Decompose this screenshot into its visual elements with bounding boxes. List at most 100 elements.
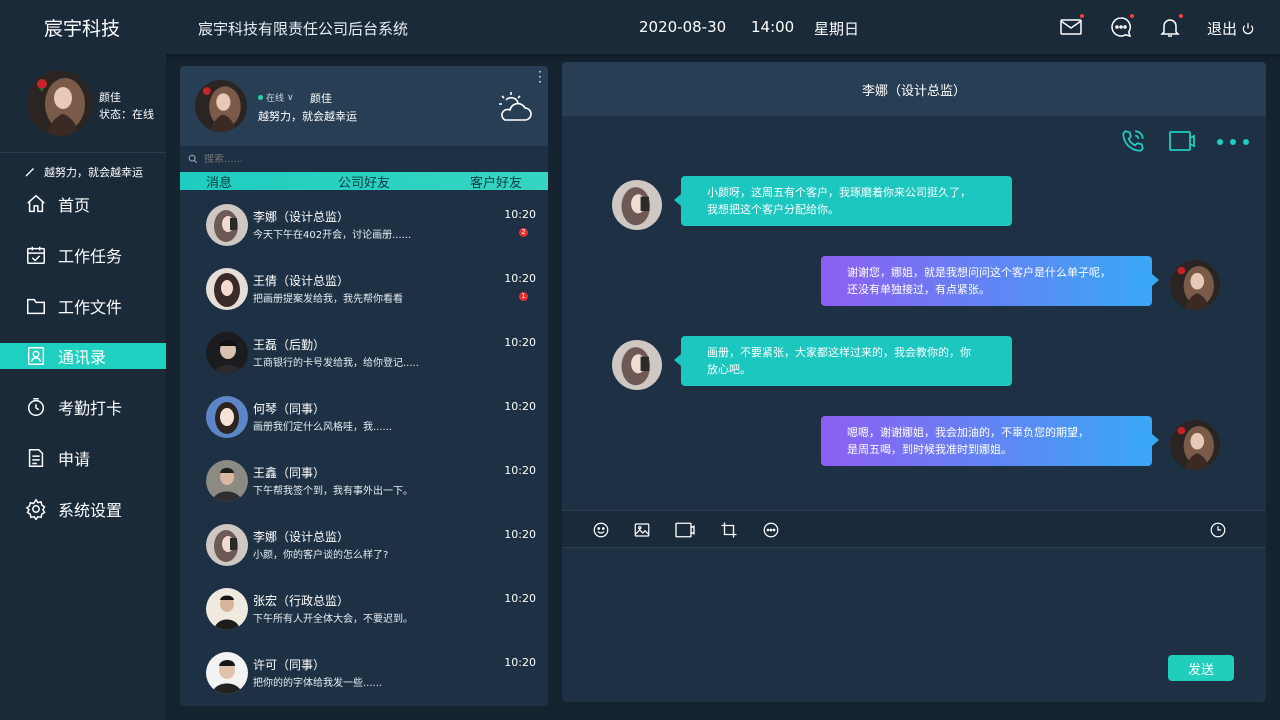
pen-icon bbox=[25, 168, 34, 177]
logo: 宸宇科技 bbox=[44, 18, 121, 40]
message-bubble: 小颜呀，这周五有个客户，我琢磨着你来公司挺久了， 我想把这个客户分配给你。 bbox=[674, 176, 1012, 226]
bell-notification-dot bbox=[1178, 13, 1184, 19]
header-time: 14:00 bbox=[751, 18, 795, 36]
more-vertical-icon[interactable]: · · · bbox=[538, 66, 542, 88]
avatar bbox=[206, 204, 248, 246]
video-icon[interactable] bbox=[1168, 128, 1196, 154]
avatar bbox=[206, 652, 248, 694]
list-item[interactable]: 李娜（设计总监） 今天下午在402开会，讨论画册...... 10:20 2 bbox=[180, 198, 548, 262]
list-item[interactable]: 李娜（设计总监） 小颜，你的客户谈的怎么样了? 10:20 bbox=[180, 518, 548, 582]
mail-notification-dot bbox=[1079, 13, 1085, 19]
sidebar-item-apply[interactable]: 申请 bbox=[0, 445, 166, 471]
profile-card: 在线 ∨ 颜佳 越努力，就会越幸运 · · · bbox=[180, 66, 548, 146]
divider bbox=[0, 152, 166, 153]
sidebar-item-tasks[interactable]: 工作任务 bbox=[0, 242, 166, 268]
chat-notification-dot bbox=[1129, 13, 1135, 19]
header-date: 2020-08-30 bbox=[639, 18, 727, 36]
weather-icon bbox=[496, 92, 532, 128]
contact-last-message: 小颜，你的客户谈的怎么样了? bbox=[253, 550, 389, 561]
sidebar-item-label: 系统设置 bbox=[58, 501, 123, 520]
send-button[interactable]: 发送 bbox=[1168, 655, 1234, 681]
search-input[interactable] bbox=[204, 153, 504, 165]
chevron-down-icon: ∨ bbox=[287, 92, 294, 103]
sidebar-item-label: 工作文件 bbox=[58, 298, 123, 317]
message-line: 小颜呀，这周五有个客户，我琢磨着你来公司挺久了， bbox=[707, 186, 971, 199]
avatar bbox=[206, 396, 248, 438]
contact-time: 10:20 bbox=[504, 208, 536, 221]
unread-badge: 2 bbox=[519, 228, 528, 237]
online-status-label: 在线 bbox=[266, 94, 285, 104]
phone-icon[interactable] bbox=[1120, 128, 1146, 154]
logout-label: 退出 bbox=[1207, 20, 1238, 38]
message-line: 谢谢您，娜姐，就是我想问问这个客户是什么单子呢， bbox=[847, 266, 1111, 279]
sidebar-item-home[interactable]: 首页 bbox=[0, 191, 166, 217]
contact-last-message: 今天下午在402开会，讨论画册...... bbox=[253, 230, 412, 241]
video-icon[interactable] bbox=[674, 521, 696, 539]
avatar bbox=[1170, 420, 1220, 470]
emoji-icon[interactable] bbox=[592, 521, 610, 539]
sidebar-item-label: 申请 bbox=[58, 450, 91, 469]
contact-last-message: 下午所有人开全体大会，不要迟到。 bbox=[253, 614, 413, 625]
document-icon bbox=[28, 449, 44, 467]
contact-tabs: 消息 公司好友 客户好友 bbox=[180, 172, 548, 191]
contact-name: 王磊（后勤） bbox=[253, 338, 326, 352]
gear-icon bbox=[25, 498, 46, 520]
message-line: 还没有单独接过，有点紧张。 bbox=[847, 283, 990, 296]
folder-icon bbox=[27, 298, 45, 315]
contact-name: 李娜（设计总监） bbox=[253, 530, 350, 544]
contact-name: 何琴（同事） bbox=[253, 402, 326, 416]
contact-last-message: 画册我们定什么风格哇，我...... bbox=[253, 422, 393, 433]
tab-client-friends[interactable]: 客户好友 bbox=[417, 172, 548, 191]
home-icon bbox=[27, 194, 45, 213]
avatar[interactable] bbox=[27, 70, 93, 136]
message-line: 放心吧。 bbox=[707, 363, 751, 376]
power-icon bbox=[1242, 22, 1254, 34]
sidebar-item-settings[interactable]: 系统设置 bbox=[0, 496, 166, 522]
calendar-icon bbox=[27, 246, 45, 264]
search-icon bbox=[188, 154, 198, 164]
avatar bbox=[1170, 260, 1220, 310]
contacts-icon bbox=[27, 347, 45, 365]
top-bar: 宸宇科技 宸宇科技有限责任公司后台系统 2020-08-30 14:00 星期日… bbox=[0, 0, 1280, 54]
list-item[interactable]: 许可（同事） 把你的的字体给我发一些...... 10:20 bbox=[180, 646, 548, 706]
message-bubble: 画册，不要紧张，大家都这样过来的，我会教你的，你 放心吧。 bbox=[674, 336, 1012, 386]
list-item[interactable]: 王倩（设计总监） 把画册提案发给我，我先帮你看看 10:20 1 bbox=[180, 262, 548, 326]
avatar bbox=[206, 268, 248, 310]
sidebar-item-label: 通讯录 bbox=[58, 348, 107, 367]
tab-company-friends[interactable]: 公司好友 bbox=[311, 172, 416, 191]
bell-icon[interactable] bbox=[1158, 13, 1184, 39]
online-status-dropdown[interactable]: 在线 ∨ bbox=[258, 91, 294, 104]
online-dot bbox=[258, 95, 263, 100]
header-weekday: 星期日 bbox=[814, 20, 860, 38]
more-horizontal-icon[interactable] bbox=[1216, 138, 1250, 146]
profile-name: 颜佳 bbox=[310, 92, 332, 105]
chat-title: 李娜（设计总监） bbox=[562, 62, 1266, 116]
list-item[interactable]: 王磊（后勤） 工商银行的卡号发给我，给你登记..... 10:20 bbox=[180, 326, 548, 390]
message-bubble: 嗯嗯，谢谢娜姐，我会加油的，不辜负您的期望， 是周五喝，到时候我准时到娜姐。 bbox=[821, 416, 1159, 466]
list-item[interactable]: 张宏（行政总监） 下午所有人开全体大会，不要迟到。 10:20 bbox=[180, 582, 548, 646]
contact-last-message: 把画册提案发给我，我先帮你看看 bbox=[253, 294, 403, 305]
more-options-icon[interactable] bbox=[762, 521, 780, 539]
sidebar-item-files[interactable]: 工作文件 bbox=[0, 293, 166, 319]
message-line: 画册，不要紧张，大家都这样过来的，我会教你的，你 bbox=[707, 346, 971, 359]
message-bubble: 谢谢您，娜姐，就是我想问问这个客户是什么单子呢， 还没有单独接过，有点紧张。 bbox=[821, 256, 1159, 306]
avatar[interactable] bbox=[195, 80, 247, 132]
contact-time: 10:20 bbox=[504, 336, 536, 349]
avatar bbox=[206, 524, 248, 566]
list-item[interactable]: 王鑫（同事） 下午帮我签个到，我有事外出一下。 10:20 bbox=[180, 454, 548, 518]
contact-name: 王鑫（同事） bbox=[253, 466, 326, 480]
chat-panel: 李娜（设计总监） 小颜呀，这周五有个客户，我琢磨着你来公司挺久了， 我想把这个客… bbox=[562, 62, 1266, 702]
logout-button[interactable]: 退出 bbox=[1207, 18, 1255, 39]
contact-time: 10:20 bbox=[504, 528, 536, 541]
crop-icon[interactable] bbox=[720, 521, 738, 539]
chat-bubble-icon[interactable] bbox=[1109, 13, 1135, 39]
mail-icon[interactable] bbox=[1059, 13, 1085, 39]
contact-panel: 在线 ∨ 颜佳 越努力，就会越幸运 ··· 消息 公司好友 客户好友 李娜（设计… bbox=[180, 66, 548, 706]
tab-messages[interactable]: 消息 bbox=[180, 172, 311, 191]
image-icon[interactable] bbox=[633, 521, 651, 539]
sidebar-item-attendance[interactable]: 考勤打卡 bbox=[0, 394, 166, 420]
history-clock-icon[interactable] bbox=[1209, 521, 1227, 539]
sidebar-item-contacts[interactable]: 通讯录 bbox=[0, 343, 166, 369]
sidebar: 颜佳 状态：在线 越努力，就会越幸运 首页 工作任务 工作文件 通讯录 考勤打卡… bbox=[0, 54, 166, 720]
list-item[interactable]: 何琴（同事） 画册我们定什么风格哇，我...... 10:20 bbox=[180, 390, 548, 454]
